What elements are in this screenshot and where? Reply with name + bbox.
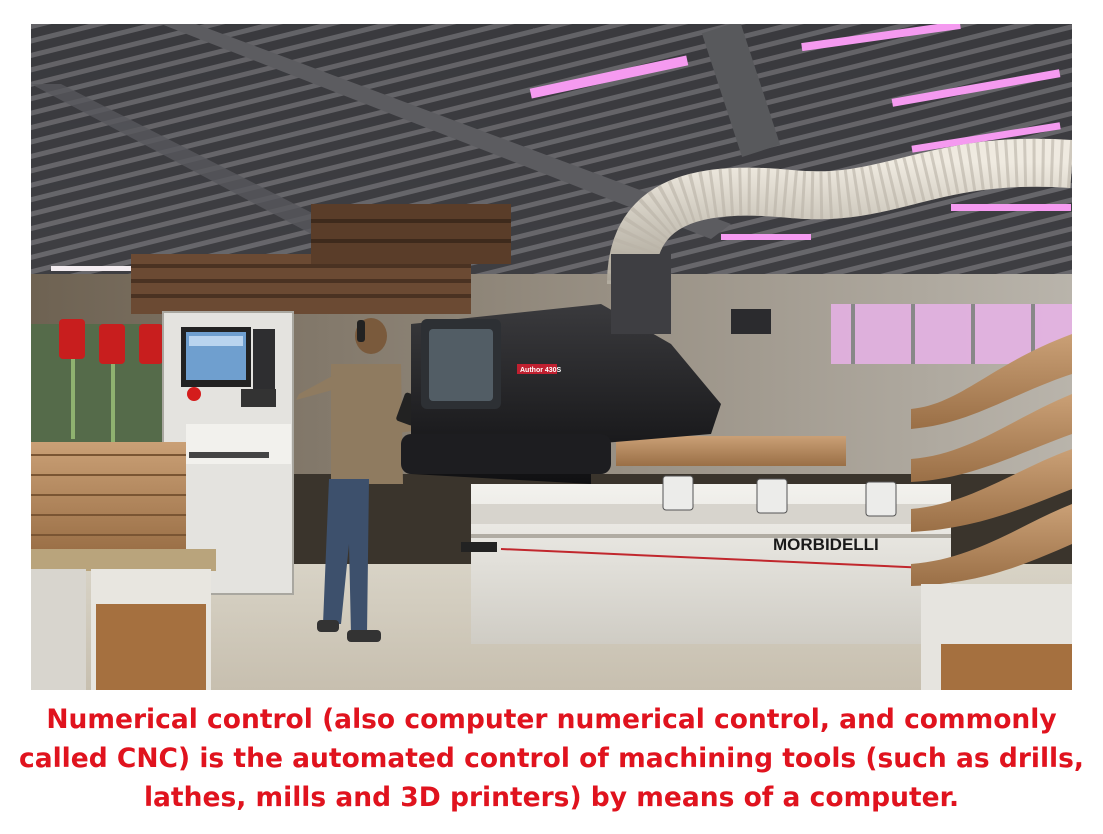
wood-workpiece bbox=[616, 436, 846, 466]
red-clamp-machines bbox=[31, 319, 171, 444]
image-caption: Numerical control (also computer numeric… bbox=[19, 704, 1084, 813]
control-keyboard bbox=[189, 452, 269, 458]
machine-brand-label: MORBIDELLI bbox=[773, 535, 879, 554]
cnc-workshop-photo: MORBIDELLI Author 430S bbox=[31, 24, 1072, 690]
machine-model-label: Author 430S bbox=[520, 367, 562, 374]
